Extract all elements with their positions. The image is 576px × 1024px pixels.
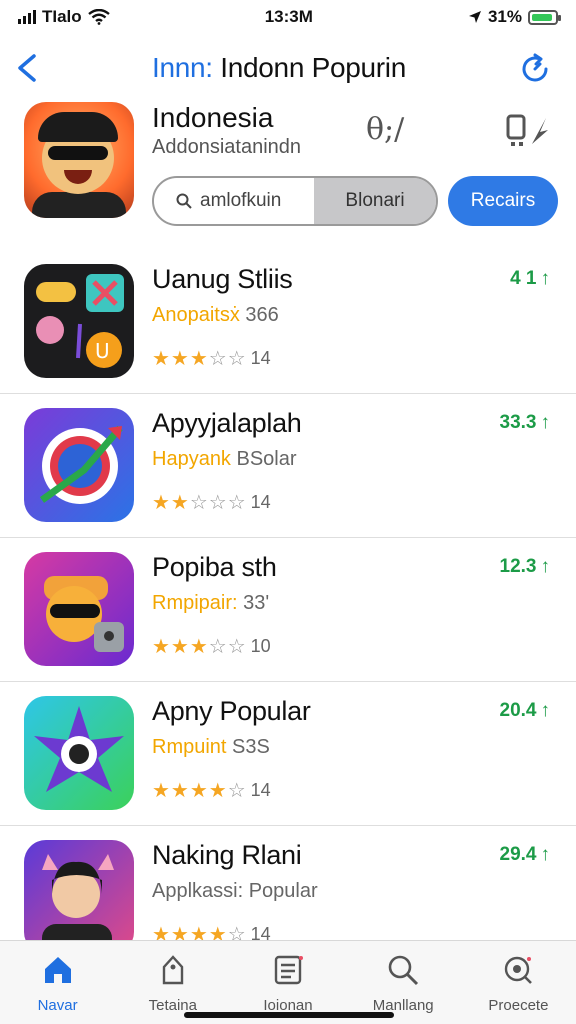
rating: ★★☆☆☆ 14 [152,490,271,515]
app-category-tag: Hapyank [152,448,231,470]
rating-count: 14 [250,492,271,512]
app-subtitle: Rmpipair: 33' [152,592,269,615]
tag-icon [156,953,190,991]
page-title-accent: Innn: [152,52,213,83]
star-rating-icon: ★★★★☆ [152,780,247,802]
segmented-control: amlofkuin Blonari [152,176,438,226]
rating: ★★★★☆ 14 [152,778,271,803]
rating: ★★★☆☆ 10 [152,634,271,659]
app-subtitle-text: Applkassi: Popular [152,880,318,902]
rank-change: 12.3 ↑ [500,556,550,578]
list-item[interactable]: Popiba sth Rmpipair: 33' ★★★☆☆ 10 12.3 ↑ [0,538,576,682]
featured-app-header: Indonesia Addonsiatanindn θ;/ amlofkuin … [0,100,576,240]
app-subtitle-text: 33' [237,592,270,614]
svg-text:U: U [95,339,110,363]
rank-change: 4 1 ↑ [510,268,550,290]
app-subtitle-text: S3S [226,736,270,758]
featured-app-subtitle: Addonsiatanindn [152,136,302,158]
app-subtitle: Anopaitsẋ 366 [152,304,279,327]
page-title-rest: Indonn Popurin [212,52,406,83]
rating-count: 14 [250,348,271,368]
app-category-tag: Anopaitsẋ [152,304,240,326]
share-device-icon[interactable] [502,112,552,152]
star-rating-icon: ★★★☆☆ [152,636,247,658]
app-subtitle-text: 366 [239,304,279,326]
app-subtitle-text: BSolar [230,448,297,470]
tab-proecete[interactable]: Proecete [461,941,576,1024]
arrow-up-icon: ↑ [540,268,551,289]
status-bar: TIalo 13:3M 31% [0,0,576,34]
app-icon[interactable] [24,696,134,810]
status-time: 13:3M [264,7,313,26]
battery-icon [527,9,561,25]
rank-change-value: 12.3 [499,556,537,577]
arrow-up-icon: ↑ [540,412,551,433]
rating: ★★★☆☆ 14 [152,346,271,371]
app-title: Naking Rlani [152,840,302,870]
app-category-tag: Rmpuint [152,736,227,758]
list-item[interactable]: Apyyjalaplah Hapyank BSolar ★★☆☆☆ 14 33.3 ↑ [0,394,576,538]
search-icon [176,193,192,209]
app-subtitle: Applkassi: Popular [152,880,318,903]
primary-action-button[interactable]: Recairs [448,176,558,226]
rank-change: 33.3 ↑ [500,412,550,434]
star-rating-icon: ★★☆☆☆ [152,492,247,514]
list-item[interactable]: Apny Popular Rmpuint S3S ★★★★☆ 14 20.4 ↑ [0,682,576,826]
edit-action-icon[interactable]: θ;/ [366,112,426,152]
location-arrow-icon [468,11,481,23]
app-list: U Uanug Stliis Anopaitsẋ 366 ★★★☆☆ 14 4 1 ↑ Apy… [0,250,576,970]
carrier-label: TIalo [42,7,82,26]
battery-percent: 31% [487,7,522,26]
rank-change-value: 33.3 [499,412,537,433]
list-icon [271,953,305,991]
arrow-up-icon: ↑ [540,844,551,865]
back-chevron-icon[interactable] [8,48,48,88]
rank-change-value: 20.4 [499,700,537,721]
search-icon [386,953,420,991]
wifi-icon [87,9,110,25]
segment-search-label: amlofkuin [200,190,282,211]
cellular-signal-icon [18,10,36,24]
discover-icon [501,953,535,991]
rank-change-value: 29.4 [499,844,537,865]
app-subtitle: Hapyank BSolar [152,448,297,471]
arrow-up-icon: ↑ [540,556,551,577]
app-icon[interactable] [24,408,134,522]
rating-count: 14 [250,780,271,800]
app-title: Uanug Stliis [152,264,293,294]
app-icon[interactable] [24,552,134,666]
app-title: Apyyjalaplah [152,408,302,438]
page-title: Innn: Indonn Popurin [152,52,406,84]
refresh-icon[interactable] [516,50,554,88]
app-category-tag: Rmpipair: [152,592,238,614]
tab-label: Navar [37,997,78,1014]
tab-navar[interactable]: Navar [0,941,115,1024]
home-indicator [184,1012,394,1018]
app-subtitle: Rmpuint S3S [152,736,270,759]
app-title: Popiba sth [152,552,277,582]
navigation-bar: Innn: Indonn Popurin [0,40,576,96]
segment-other[interactable]: Blonari [314,178,436,224]
featured-app-icon[interactable] [24,102,134,218]
rank-change: 20.4 ↑ [500,700,550,722]
app-icon[interactable] [24,840,134,954]
arrow-up-icon: ↑ [540,700,551,721]
list-item[interactable]: U Uanug Stliis Anopaitsẋ 366 ★★★☆☆ 14 4 1 ↑ [0,250,576,394]
app-title: Apny Popular [152,696,311,726]
segment-search[interactable]: amlofkuin [154,178,314,224]
rank-change: 29.4 ↑ [500,844,550,866]
rank-change-value: 4 1 [510,268,537,289]
rating-count: 10 [250,636,271,656]
tab-label: Proecete [488,997,549,1014]
featured-app-name: Indonesia [152,102,274,133]
app-icon[interactable]: U [24,264,134,378]
star-rating-icon: ★★★☆☆ [152,348,247,370]
home-icon [41,953,75,991]
